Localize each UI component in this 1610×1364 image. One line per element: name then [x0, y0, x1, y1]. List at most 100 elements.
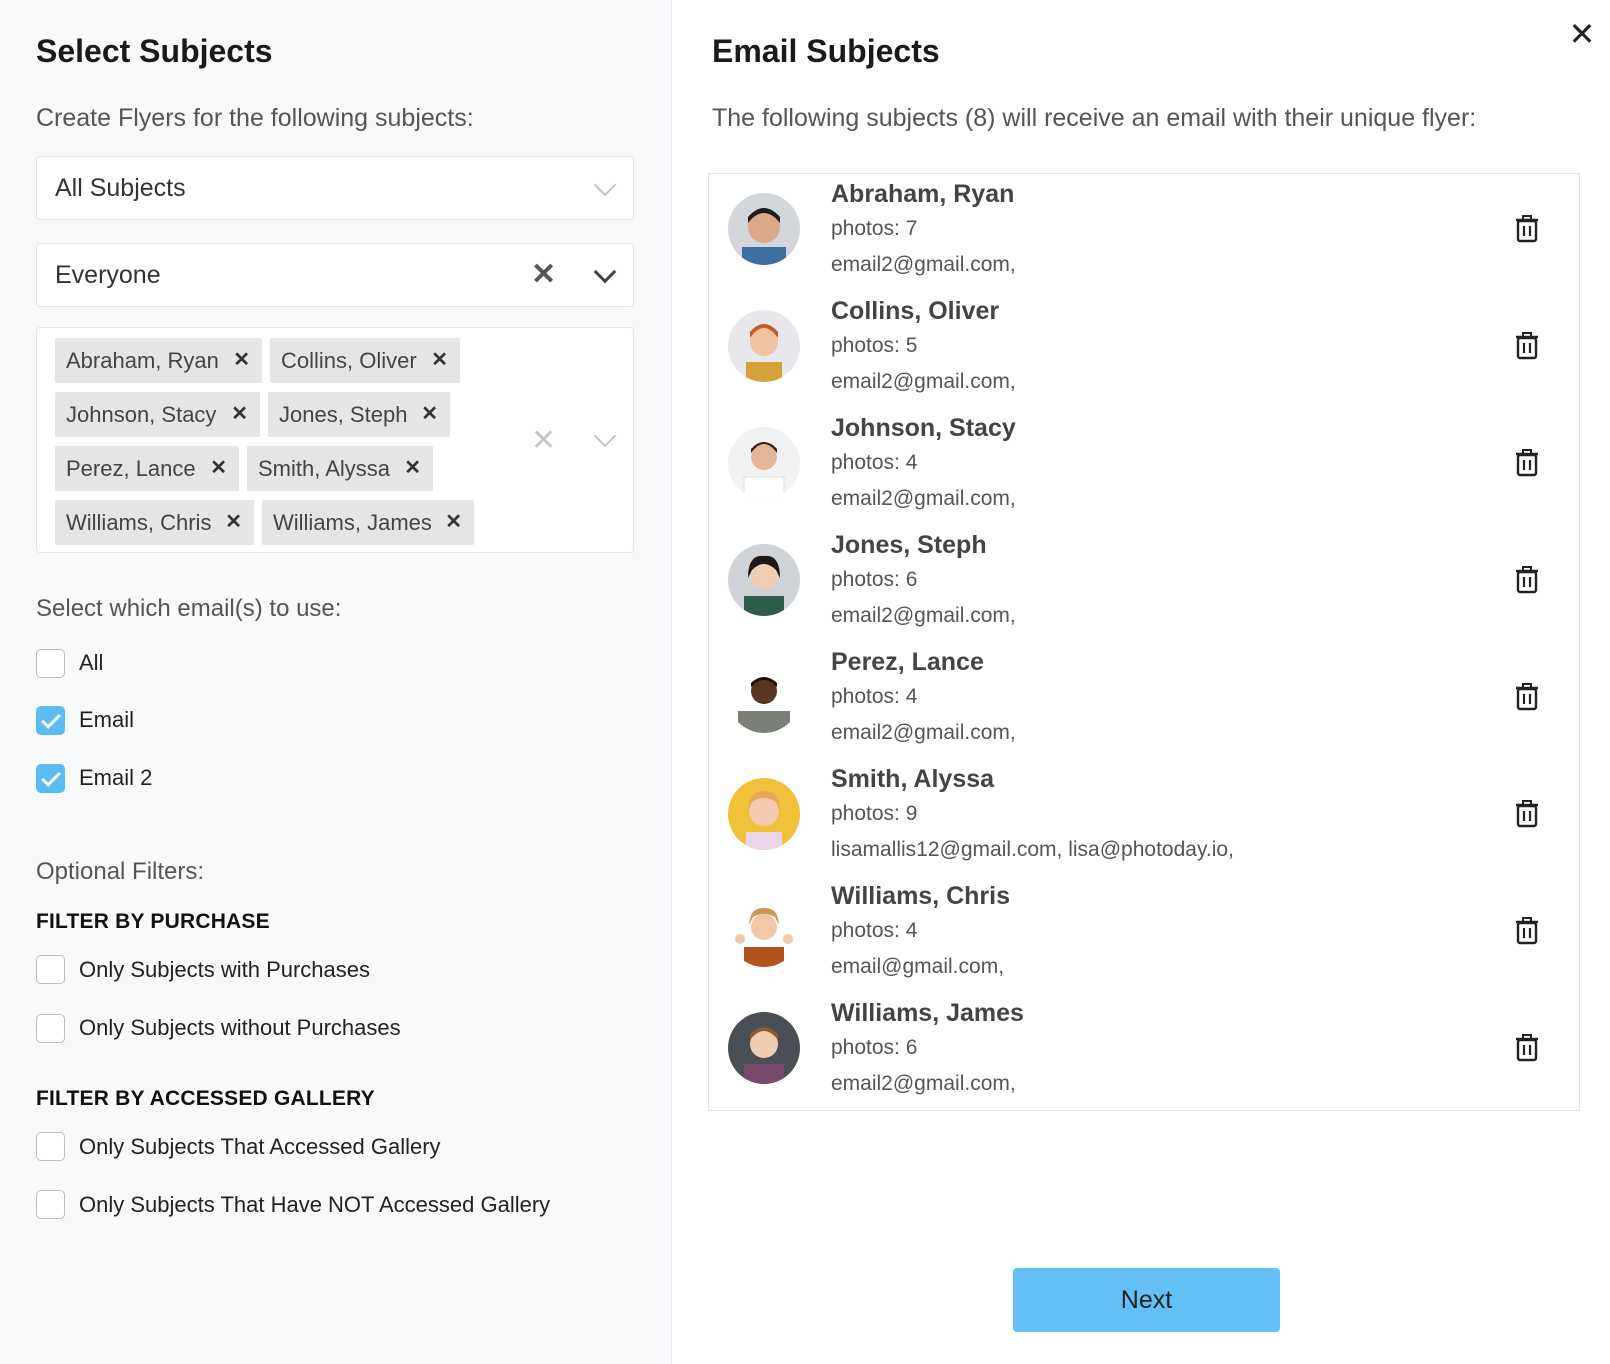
- email-2-checkbox[interactable]: [36, 764, 65, 793]
- subject-photos: photos: 6: [831, 1036, 918, 1059]
- list-item: Perez, Lance photos: 4 email2@gmail.com,: [709, 642, 1579, 759]
- without-purchases-checkbox[interactable]: [36, 1014, 65, 1043]
- subject-tag-label: Williams, Chris: [66, 510, 212, 535]
- avatar: [728, 193, 800, 265]
- optional-filters-label: Optional Filters:: [36, 858, 205, 885]
- subject-emails: email@gmail.com,: [831, 955, 1005, 978]
- subject-photos: photos: 6: [831, 568, 918, 591]
- subject-tag-label: Smith, Alyssa: [258, 456, 391, 481]
- subject-emails: email2@gmail.com,: [831, 721, 1016, 744]
- accessed-gallery-checkbox[interactable]: [36, 1132, 65, 1161]
- subject-name: Smith, Alyssa: [831, 765, 995, 793]
- avatar: [728, 661, 800, 733]
- list-item: Williams, Chris photos: 4 email@gmail.co…: [709, 876, 1579, 993]
- subject-name: Johnson, Stacy: [831, 414, 1016, 442]
- subject-tag: Jones, Steph ✕: [268, 392, 450, 437]
- create-flyers-subtitle: Create Flyers for the following subjects…: [36, 104, 474, 132]
- remove-tag-icon[interactable]: ✕: [233, 338, 250, 383]
- subject-tag: Perez, Lance ✕: [55, 446, 239, 491]
- email-all-checkbox[interactable]: [36, 649, 65, 678]
- subject-tag: Smith, Alyssa ✕: [247, 446, 433, 491]
- remove-tag-icon[interactable]: ✕: [210, 446, 227, 491]
- remove-tag-icon[interactable]: ✕: [404, 446, 421, 491]
- subject-name: Williams, James: [831, 999, 1024, 1027]
- subject-tag-label: Johnson, Stacy: [66, 402, 217, 427]
- clear-all-icon[interactable]: ✕: [531, 426, 556, 456]
- email-subjects-title: Email Subjects: [712, 33, 940, 69]
- subject-name: Williams, Chris: [831, 882, 1010, 910]
- chevron-down-icon[interactable]: [593, 260, 617, 284]
- email-all-label: All: [79, 650, 104, 675]
- trash-icon[interactable]: [1515, 917, 1539, 945]
- subject-emails: email2@gmail.com,: [831, 370, 1016, 393]
- filter-by-gallery-heading: FILTER BY ACCESSED GALLERY: [36, 1087, 375, 1110]
- remove-tag-icon[interactable]: ✕: [225, 500, 242, 545]
- subject-photos: photos: 9: [831, 802, 918, 825]
- subject-photos: photos: 7: [831, 217, 918, 240]
- subjects-dropdown[interactable]: All Subjects: [36, 156, 634, 220]
- email-select-label: Select which email(s) to use:: [36, 595, 342, 622]
- avatar: [728, 544, 800, 616]
- subject-tag-label: Collins, Oliver: [281, 348, 417, 373]
- selected-subjects-multiselect[interactable]: Abraham, Ryan ✕ Collins, Oliver ✕ Johnso…: [36, 327, 634, 553]
- trash-icon[interactable]: [1515, 332, 1539, 360]
- subject-tag: Johnson, Stacy ✕: [55, 392, 260, 437]
- remove-tag-icon[interactable]: ✕: [231, 392, 248, 437]
- group-dropdown[interactable]: Everyone ✕: [36, 243, 634, 307]
- close-icon[interactable]: ✕: [1566, 18, 1598, 50]
- chevron-down-icon[interactable]: [593, 424, 617, 448]
- subject-name: Jones, Steph: [831, 531, 987, 559]
- with-purchases-checkbox[interactable]: [36, 955, 65, 984]
- email-label: Email: [79, 707, 135, 732]
- list-item: Johnson, Stacy photos: 4 email2@gmail.co…: [709, 408, 1579, 525]
- email-2-label: Email 2: [79, 765, 153, 790]
- not-accessed-gallery-checkbox[interactable]: [36, 1190, 65, 1219]
- accessed-gallery-label: Only Subjects That Accessed Gallery: [79, 1134, 441, 1159]
- subject-photos: photos: 4: [831, 685, 918, 708]
- subjects-list: Abraham, Ryan photos: 7 email2@gmail.com…: [708, 173, 1580, 1111]
- email-checkbox[interactable]: [36, 706, 65, 735]
- trash-icon[interactable]: [1515, 800, 1539, 828]
- group-dropdown-value: Everyone: [55, 261, 161, 289]
- select-subjects-title: Select Subjects: [36, 33, 273, 69]
- subject-emails: lisamallis12@gmail.com, lisa@photoday.io…: [831, 838, 1234, 861]
- list-item: Smith, Alyssa photos: 9 lisamallis12@gma…: [709, 759, 1579, 876]
- filter-by-purchase-heading: FILTER BY PURCHASE: [36, 910, 270, 933]
- next-button[interactable]: Next: [1013, 1268, 1280, 1332]
- trash-icon[interactable]: [1515, 566, 1539, 594]
- subject-name: Perez, Lance: [831, 648, 984, 676]
- subject-tag: Williams, Chris ✕: [55, 500, 254, 545]
- select-subjects-panel: Select Subjects Create Flyers for the fo…: [0, 0, 672, 1364]
- subject-photos: photos: 4: [831, 919, 918, 942]
- subject-tag: Collins, Oliver ✕: [270, 338, 460, 383]
- remove-tag-icon[interactable]: ✕: [421, 392, 438, 437]
- avatar: [728, 1012, 800, 1084]
- avatar: [728, 310, 800, 382]
- trash-icon[interactable]: [1515, 449, 1539, 477]
- subject-tag: Abraham, Ryan ✕: [55, 338, 262, 383]
- trash-icon[interactable]: [1515, 215, 1539, 243]
- avatar: [728, 895, 800, 967]
- subject-tag-label: Jones, Steph: [279, 402, 408, 427]
- with-purchases-label: Only Subjects with Purchases: [79, 957, 371, 982]
- remove-tag-icon[interactable]: ✕: [431, 338, 448, 383]
- subject-photos: photos: 5: [831, 334, 918, 357]
- list-item: Jones, Steph photos: 6 email2@gmail.com,: [709, 525, 1579, 642]
- subject-tag: Williams, James ✕: [262, 500, 474, 545]
- subject-tag-label: Abraham, Ryan: [66, 348, 219, 373]
- avatar: [728, 427, 800, 499]
- subject-tag-label: Williams, James: [273, 510, 432, 535]
- subject-emails: email2@gmail.com,: [831, 253, 1016, 276]
- list-item: Collins, Oliver photos: 5 email2@gmail.c…: [709, 291, 1579, 408]
- subject-emails: email2@gmail.com,: [831, 487, 1016, 510]
- subject-name: Abraham, Ryan: [831, 180, 1015, 208]
- subject-emails: email2@gmail.com,: [831, 604, 1016, 627]
- subject-photos: photos: 4: [831, 451, 918, 474]
- not-accessed-gallery-label: Only Subjects That Have NOT Accessed Gal…: [79, 1192, 551, 1217]
- trash-icon[interactable]: [1515, 683, 1539, 711]
- subject-name: Collins, Oliver: [831, 297, 1000, 325]
- remove-tag-icon[interactable]: ✕: [445, 500, 462, 545]
- list-item: Williams, James photos: 6 email2@gmail.c…: [709, 993, 1579, 1110]
- clear-selection-icon[interactable]: ✕: [531, 260, 556, 290]
- trash-icon[interactable]: [1515, 1034, 1539, 1062]
